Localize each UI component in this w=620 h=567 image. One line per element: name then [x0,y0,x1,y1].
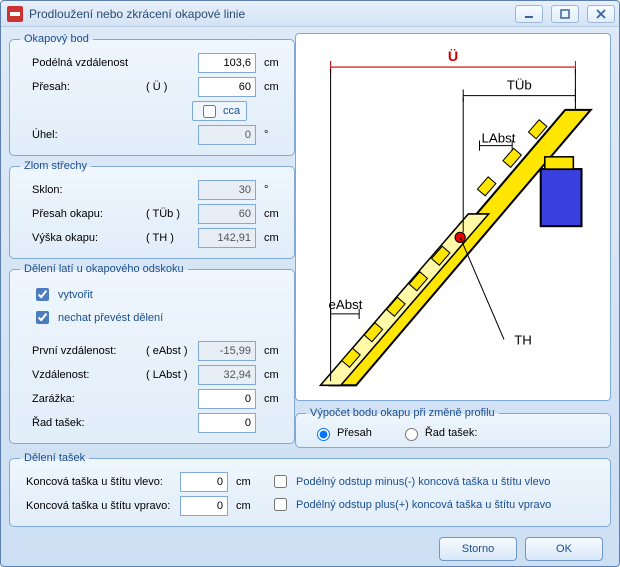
label-prevest: nechat převést dělení [58,312,163,324]
input-vzdalenost [198,365,256,385]
diagram-label-labst: LAbst [482,131,516,146]
input-koncova-vpravo[interactable] [180,496,228,516]
checkbox-podelny-plus-wrap[interactable]: Podélný odstup plus(+) koncová taška u š… [270,495,600,514]
radio-presah[interactable] [317,428,330,441]
minimize-button[interactable] [515,5,543,23]
roof-diagram: Ü TÜb [300,38,606,396]
symbol-labst: ( LAbst ) [146,369,194,381]
restore-icon [559,8,571,20]
app-icon [7,6,23,22]
label-prvni-vzdalenost: První vzdálenost: [32,345,142,357]
checkbox-podelny-plus[interactable] [274,498,287,511]
label-vyska-okapu: Výška okapu: [32,232,142,244]
radio-rad-tasek[interactable] [405,428,418,441]
checkbox-prevest[interactable] [36,311,49,324]
group-vypocet: Výpočet bodu okapu při změně profilu Pře… [295,407,611,448]
group-zlom-strechy: Zlom střechy Sklon: ° Přesah okapu: ( TÜ… [9,160,295,259]
label-koncova-vlevo: Koncová taška u štítu vlevo: [26,476,176,488]
checkbox-podelny-minus[interactable] [274,475,287,488]
label-koncova-vpravo: Koncová taška u štítu vpravo: [26,500,176,512]
symbol-th: ( TH ) [146,232,194,244]
unit-cm: cm [264,57,284,69]
unit-cm: cm [236,476,256,488]
label-vytvorit: vytvořit [58,289,93,301]
symbol-eabst: ( eAbst ) [146,345,194,357]
input-presah-okapu [198,204,256,224]
label-uhel: Úhel: [32,129,142,141]
input-prvni-vzdalenost [198,341,256,361]
label-cca: cca [223,105,240,117]
unit-cm: cm [264,208,284,220]
symbol-tub: ( TÜb ) [146,208,194,220]
checkbox-cca[interactable] [203,105,216,118]
legend-deleni-lati: Dělení latí u okapového odskoku [20,263,188,275]
radio-rad-wrap[interactable]: Řad tašek: [400,425,478,441]
restore-button[interactable] [551,5,579,23]
checkbox-cca-wrap[interactable]: cca [192,101,247,121]
input-rad-tasek[interactable] [198,413,256,433]
label-podelny-minus: Podélný odstup minus(-) koncová taška u … [296,476,550,488]
unit-cm: cm [264,81,284,93]
label-radio-presah: Přesah [337,427,372,439]
unit-deg: ° [264,184,284,196]
diagram-label-th: TH [514,333,532,348]
checkbox-podelny-minus-wrap[interactable]: Podélný odstup minus(-) koncová taška u … [270,472,600,491]
unit-cm: cm [236,500,256,512]
label-vzdalenost: Vzdálenost: [32,369,142,381]
checkbox-vytvorit[interactable] [36,288,49,301]
input-presah[interactable] [198,77,256,97]
close-button[interactable] [587,5,615,23]
label-podelna-vzdalenost: Podélná vzdálenost [32,57,142,69]
input-uhel [198,125,256,145]
input-koncova-vlevo[interactable] [180,472,228,492]
radio-presah-wrap[interactable]: Přesah [312,425,372,441]
unit-cm: cm [264,393,284,405]
minimize-icon [523,8,535,20]
unit-deg: ° [264,129,284,141]
label-presah-okapu: Přesah okapu: [32,208,142,220]
label-presah: Přesah: [32,81,142,93]
group-deleni-lati: Dělení latí u okapového odskoku vytvořit… [9,263,295,444]
unit-cm: cm [264,345,284,357]
titlebar: Prodloužení nebo zkrácení okapové linie [1,1,619,27]
dialog-window: Prodloužení nebo zkrácení okapové linie … [0,0,620,567]
diagram-container: Ü TÜb [295,33,611,401]
label-podelny-plus: Podélný odstup plus(+) koncová taška u š… [296,499,551,511]
unit-cm: cm [264,232,284,244]
input-vyska-okapu [198,228,256,248]
label-sklon: Sklon: [32,184,142,196]
diagram-label-eabst: eAbst [329,297,363,312]
legend-deleni-tasek: Dělení tašek [20,452,89,464]
symbol-u: ( Ü ) [146,81,194,93]
diagram-label-u: Ü [448,48,458,65]
label-zarazka: Zarážka: [32,393,142,405]
diagram-label-tub: TÜb [507,78,532,93]
group-deleni-tasek: Dělení tašek Koncová taška u štítu vlevo… [9,452,611,527]
input-sklon [198,180,256,200]
label-radio-rad: Řad tašek: [425,427,478,439]
legend-zlom-strechy: Zlom střechy [20,160,91,172]
unit-cm: cm [264,369,284,381]
window-title: Prodloužení nebo zkrácení okapové linie [29,7,507,21]
label-rad-tasek: Řad tašek: [32,417,142,429]
input-zarazka[interactable] [198,389,256,409]
group-okapovy-bod: Okapový bod Podélná vzdálenost cm Přesah… [9,33,295,156]
input-podelna-vzdalenost[interactable] [198,53,256,73]
ok-button[interactable]: OK [525,537,603,561]
close-icon [595,8,607,20]
cancel-button[interactable]: Storno [439,537,517,561]
legend-okapovy-bod: Okapový bod [20,33,93,45]
legend-vypocet: Výpočet bodu okapu při změně profilu [306,407,499,419]
